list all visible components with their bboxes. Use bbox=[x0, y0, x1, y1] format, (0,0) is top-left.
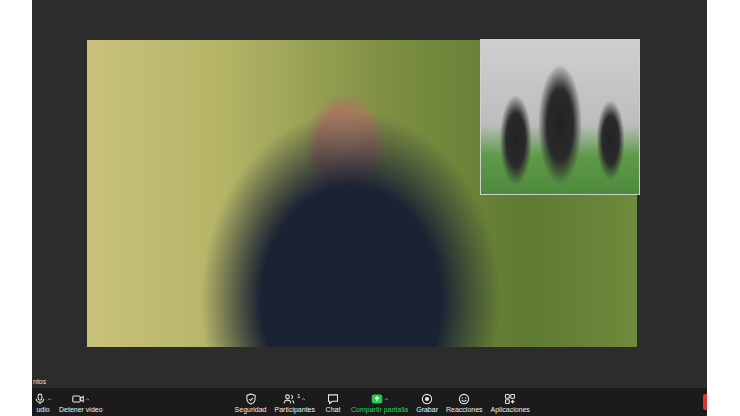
toolbar-label: Detener video bbox=[59, 406, 103, 414]
toolbar-label: Reacciones bbox=[446, 406, 483, 414]
chat-icon bbox=[327, 393, 339, 405]
inset-photo bbox=[480, 39, 640, 195]
toolbar-label: Compartir pantalla bbox=[351, 406, 408, 414]
toolbar-left-group: udio Detener video bbox=[32, 388, 104, 416]
share-screen-icon bbox=[371, 393, 383, 405]
microphone-icon bbox=[34, 393, 46, 405]
toolbar-label: Aplicaciones bbox=[491, 406, 530, 414]
caret-icon bbox=[47, 397, 52, 402]
participant-count: 1 bbox=[297, 393, 300, 399]
toolbar-button[interactable]: Compartir pantalla bbox=[350, 393, 409, 414]
caret-icon bbox=[85, 397, 90, 402]
toolbar-button[interactable]: Detener video bbox=[58, 393, 104, 414]
shield-icon bbox=[245, 393, 257, 405]
caret-icon bbox=[384, 397, 389, 402]
record-icon bbox=[421, 393, 433, 405]
toolbar-label: Participantes bbox=[275, 406, 315, 414]
toolbar-label: udio bbox=[36, 406, 49, 414]
video-camera-icon bbox=[72, 393, 84, 405]
participants-icon bbox=[283, 393, 295, 405]
toolbar-button[interactable]: Reacciones bbox=[445, 393, 484, 414]
toolbar-button[interactable]: Seguridad bbox=[234, 393, 268, 414]
meeting-window: ntos udio Detener video Seguridad 1 Partici… bbox=[32, 0, 707, 416]
meeting-toolbar: udio Detener video Seguridad 1 Participante… bbox=[32, 388, 707, 416]
toolbar-button[interactable]: Aplicaciones bbox=[490, 393, 531, 414]
toolbar-label: Seguridad bbox=[235, 406, 267, 414]
toolbar-button[interactable]: Chat bbox=[322, 393, 344, 414]
shared-screen bbox=[32, 0, 707, 376]
caret-icon bbox=[301, 397, 306, 402]
toolbar-label: Chat bbox=[326, 406, 341, 414]
toolbar-center-group: Seguridad 1 Participantes Chat Compartir pan… bbox=[234, 388, 531, 416]
apps-icon bbox=[504, 393, 516, 405]
toolbar-button[interactable]: udio bbox=[32, 393, 54, 414]
partial-label: ntos bbox=[32, 376, 707, 388]
toolbar-label: Grabar bbox=[416, 406, 438, 414]
reactions-icon bbox=[458, 393, 470, 405]
toolbar-button[interactable]: 1 Participantes bbox=[274, 393, 316, 414]
toolbar-button[interactable]: Grabar bbox=[415, 393, 439, 414]
